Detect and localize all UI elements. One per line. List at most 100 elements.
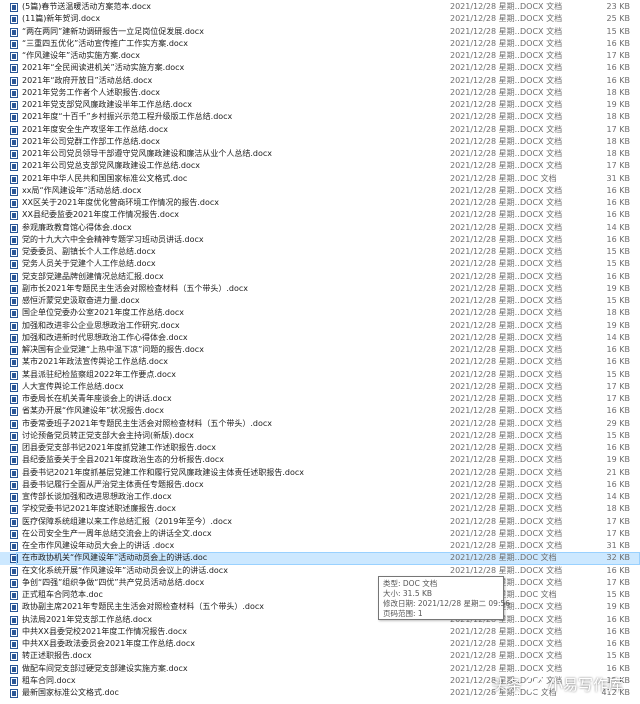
file-date: 2021/12/28 星期... — [450, 332, 523, 342]
file-size: 17 KB — [606, 51, 630, 60]
word-document-icon — [10, 52, 18, 61]
file-type: DOCX 文档 — [520, 479, 563, 489]
file-row[interactable]: 团县委党支部书记2021年度抓党建工作述职报告.docx 2021/12/28 星… — [0, 442, 640, 454]
file-row[interactable]: 县委书记2021年度抓基层党建工作和履行党风廉政建设主体责任述职报告.docx 2… — [0, 467, 640, 479]
file-row[interactable]: 省某办开展“作风建设年”状况报告.docx 2021/12/28 星期... DOC… — [0, 405, 640, 417]
file-row[interactable]: 讨论预备党员转正党支部大会主持词(新版).docx 2021/12/28 星期..… — [0, 430, 640, 442]
file-row[interactable]: 市委常委班子2021年专题民主生活会对照检查材料（五个带头）.docx 2021/… — [0, 418, 640, 430]
file-date: 2021/12/28 星期... — [450, 283, 523, 293]
file-name: 党支部党建品牌创建情况总结汇报.docx — [22, 271, 164, 281]
file-name: 党的十九大六中全会精神专题学习班动员讲话.docx — [22, 234, 204, 244]
file-row[interactable]: 党务人员关于党建个人工作总结.docx 2021/12/28 星期... DOCX … — [0, 258, 640, 270]
file-row[interactable]: XX县纪委监委2021年度工作情况报告.docx 2021/12/28 星期...… — [0, 209, 640, 221]
file-row[interactable]: 参观廉政教育馆心得体会.docx 2021/12/28 星期... DOCX 文档 1… — [0, 222, 640, 234]
file-date: 2021/12/28 星期... — [450, 443, 523, 452]
file-row[interactable]: 2021年党务工作者个人述职报告.docx 2021/12/28 星期... DOC… — [0, 87, 640, 99]
file-row[interactable]: 政协副主席2021年专题民主生活会对照检查材料（五个带头）.docx2021/1… — [0, 601, 640, 613]
file-date: 2021/12/28 星期... — [450, 357, 523, 367]
file-row[interactable]: 中共XX县委党校2021年度工作情况报告.docx 2021/12/28 星期..… — [0, 626, 640, 638]
file-row[interactable]: 党的十九大六中全会精神专题学习班动员讲话.docx 2021/12/28 星期..… — [0, 234, 640, 246]
file-name: 感恒沂蒙党史汲取奋进力量.docx — [22, 296, 140, 305]
file-row[interactable]: 在文化系统开展“作风建设年”活动动员会议上的讲话.docx 2021/12/28 … — [0, 565, 640, 577]
file-row[interactable]: 人大宣传舆论工作总结.docx 2021/12/28 星期... DOCX 文档 17… — [0, 381, 640, 393]
file-row[interactable]: 加强和改进新时代思想政治工作心得体会.docx 2021/12/28 星期... D… — [0, 332, 640, 344]
file-size: 15 KB — [606, 259, 630, 269]
file-row[interactable]: 宣传部长谈加强和改进思想政治工作.docx 2021/12/28 星期... DOC… — [0, 491, 640, 503]
file-row[interactable]: 医疗保障系统组建以来工作总结汇报（2019年至今）.docx 2021/12/28… — [0, 516, 640, 528]
file-row[interactable]: 感恒沂蒙党史汲取奋进力量.docx 2021/12/28 星期... DOCX 文档… — [0, 295, 640, 307]
file-row[interactable]: 2021年度安全生产攻坚年工作总结.docx 2021/12/28 星期... DO… — [0, 124, 640, 136]
file-row[interactable]: 2021年“政府开放日”活动总结.docx 2021/12/28 星期... DOC… — [0, 75, 640, 87]
at-icon — [526, 675, 545, 693]
word-document-icon — [10, 211, 18, 221]
tooltip-pages: 页码范围: 1 — [383, 609, 423, 618]
word-document-icon — [10, 284, 18, 294]
file-row[interactable]: (11篇)新年贺词.docx 2021/12/28 星期... DOCX 文档 25 … — [0, 13, 640, 25]
file-row[interactable]: 2021年中华人民共和国国家标准公文格式.doc 2021/12/28 星期...… — [0, 173, 640, 185]
file-row[interactable]: 争创“四强”组织争做“四优”共产党员活动总结.docx2021/12/28 星期… — [0, 577, 640, 589]
word-document-icon — [10, 346, 18, 355]
file-date: 2021/12/28 星期... — [450, 406, 523, 416]
file-row[interactable]: XX区关于2021年度优化营商环境工作情况的报告.docx 2021/12/28 … — [0, 197, 640, 209]
file-date: 2021/12/28 星期... — [450, 259, 523, 269]
file-row[interactable]: 解决国有企业党建“上热中温下凉”问题的报告.docx 2021/12/28 星期.… — [0, 344, 640, 356]
file-size: 31 KB — [606, 541, 630, 550]
file-row[interactable]: 学校党委书记2021年度述职述廉报告.docx 2021/12/28 星期... D… — [0, 503, 640, 515]
file-row[interactable]: 2021年公司党群工作部工作总结.docx 2021/12/28 星期... DOC… — [0, 136, 640, 148]
file-type: DOCX 文档 — [520, 296, 563, 305]
file-row[interactable]: 县委书记履行全面从严治党主体责任专题报告.docx 2021/12/28 星期..… — [0, 479, 640, 491]
file-row[interactable]: 执法局2021年党支部工作总结.docx2021/12/28 星期...DOCX… — [0, 614, 640, 626]
file-row[interactable]: 某县派驻纪检监察组2022年工作要点.docx 2021/12/28 星期... D… — [0, 369, 640, 381]
file-date: 2021/12/28 星期... — [450, 161, 523, 171]
word-document-icon — [10, 431, 18, 441]
file-row[interactable]: 在公司安全生产一周年总结交流会上的讲话全文.docx 2021/12/28 星期.… — [0, 528, 640, 540]
file-row[interactable]: 2021年度“十百千”乡村振兴示范工程升级版工作总结.docx 2021/12/2… — [0, 111, 640, 123]
file-date: 2021/12/28 星期... — [450, 234, 523, 244]
file-row[interactable]: 2021年“全民阅读进机关”活动实施方案.docx 2021/12/28 星期..… — [0, 62, 640, 74]
file-row[interactable]: 正式租车合同范本.doc2021/12/28 星期...DOC 文档15 KB — [0, 589, 640, 601]
word-document-icon — [10, 554, 18, 564]
file-row[interactable]: 加强和改进非公企业思想政治工作研究.docx 2021/12/28 星期... DO… — [0, 320, 640, 332]
file-date: 2021/12/28 星期... — [450, 124, 523, 134]
file-date: 2021/12/28 星期... — [450, 63, 523, 73]
file-size: 31 KB — [606, 173, 630, 183]
file-row[interactable]: 2021年党支部党风廉政建设半年工作总结.docx 2021/12/28 星期..… — [0, 99, 640, 111]
file-type: DOCX 文档 — [520, 14, 563, 24]
file-type: DOCX 文档 — [520, 626, 563, 636]
file-row[interactable]: 副市长2021年专题民主生活会对照检查材料（五个带头）.docx 2021/12/… — [0, 283, 640, 295]
word-document-icon — [10, 333, 18, 343]
file-name: 2021年公司党群工作部工作总结.docx — [22, 136, 161, 146]
file-name: 2021年“政府开放日”活动总结.docx — [22, 75, 153, 85]
word-document-icon — [10, 358, 18, 368]
file-name: 最新国家标准公文格式.doc — [22, 688, 119, 697]
file-row[interactable]: 转正述职报告.docx 2021/12/28 星期... DOCX 文档 15 KB — [0, 650, 640, 662]
file-name: 2021年党务工作者个人述职报告.docx — [22, 87, 161, 97]
file-size: 17 KB — [606, 124, 630, 134]
file-row[interactable]: 2021年公司党员领导干部遵守党风廉政建设和廉洁从业个人总结.docx 2021/… — [0, 148, 640, 160]
file-row[interactable]: 党委委员、副镇长个人工作总结.docx 2021/12/28 星期... DOCX … — [0, 246, 640, 258]
file-name: 县委书记履行全面从严治党主体责任专题报告.docx — [22, 479, 204, 489]
file-row[interactable]: “三重四五优化”活动宣传推广工作实方案.docx 2021/12/28 星期...… — [0, 38, 640, 50]
file-row[interactable]: “作风建设年”活动实施方案.docx 2021/12/28 星期... DOCX 文… — [0, 50, 640, 62]
file-row[interactable]: 党支部党建品牌创建情况总结汇报.docx 2021/12/28 星期... DOCX… — [0, 271, 640, 283]
file-size: 19 KB — [606, 320, 630, 330]
word-document-icon — [10, 382, 18, 392]
file-row[interactable]: (5篇)春节送温暖活动方案范本.docx 2021/12/28 星期... DOCX… — [0, 1, 640, 13]
file-name: 租车合同.docx — [22, 675, 76, 685]
file-row[interactable]: 2021年公司党总支部党风廉政建设工作总结.docx 2021/12/28 星期.… — [0, 160, 640, 172]
file-type: DOCX 文档 — [520, 516, 563, 526]
file-row[interactable]: xx局“作风建设年”活动总结.docx 2021/12/28 星期... DOCX … — [0, 185, 640, 197]
file-row[interactable]: 在全市作风建设年动员大会上的讲话 .docx 2021/12/28 星期... DO… — [0, 540, 640, 552]
file-row[interactable]: 国企单位党委办公室2021年度工作总结.docx 2021/12/28 星期...… — [0, 307, 640, 319]
file-type: DOC 文档 — [520, 590, 557, 599]
word-document-icon — [10, 603, 18, 613]
file-row[interactable]: 中共XX县委政法委员会2021年度工作总结.docx 2021/12/28 星期.… — [0, 638, 640, 650]
file-row[interactable]: 某市2021年政法宣传舆论工作总结.docx 2021/12/28 星期... DO… — [0, 356, 640, 368]
file-row[interactable]: 县纪委监委关于全县2021年度政治生态的分析报告.docx 2021/12/28 … — [0, 454, 640, 466]
file-row[interactable]: 在市政协机关“作风建设年”活动动员会上的讲话.doc 2021/12/28 星期.… — [0, 552, 640, 565]
file-name: 市委局长在机关青年座谈会上的讲话.docx — [22, 394, 172, 403]
file-date: 2021/12/28 星期... — [450, 2, 523, 11]
file-row[interactable]: 市委局长在机关青年座谈会上的讲话.docx 2021/12/28 星期... DOC… — [0, 393, 640, 405]
file-row[interactable]: “两在两同”建新功调研报告一立足岗位促发展.docx 2021/12/28 星期.… — [0, 26, 640, 38]
file-name: 2021年度安全生产攻坚年工作总结.docx — [22, 124, 169, 134]
